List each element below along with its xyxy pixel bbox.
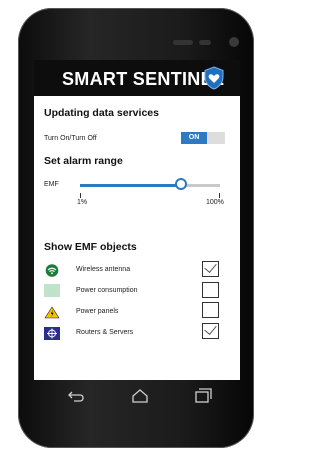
- updating-toggle[interactable]: ON: [181, 132, 225, 144]
- checkmark-icon: [204, 260, 217, 273]
- slider-max-tick: [219, 193, 220, 198]
- emf-item-label: Power panels: [76, 308, 119, 315]
- emf-item-label: Wireless antenna: [76, 266, 131, 273]
- back-icon[interactable]: [64, 386, 86, 406]
- slider-min-tick: [80, 193, 81, 198]
- slider-label: EMF: [44, 181, 59, 188]
- emf-heading: Show EMF objects: [44, 241, 137, 253]
- front-camera: [229, 37, 239, 47]
- alarm-slider-track[interactable]: [80, 184, 220, 187]
- warning-icon: [44, 306, 60, 319]
- updating-heading: Updating data services: [44, 107, 159, 119]
- toggle-label: Turn On/Turn Off: [44, 135, 97, 142]
- android-nav-bar: [34, 380, 240, 414]
- checkbox-power-consumption[interactable]: [202, 282, 219, 298]
- toggle-on-label: ON: [181, 132, 207, 144]
- checkbox-power-panels[interactable]: [202, 302, 219, 318]
- checkbox-routers[interactable]: [202, 322, 219, 339]
- router-icon: [44, 327, 60, 340]
- slider-max-label: 100%: [206, 199, 224, 206]
- wifi-icon: [44, 264, 60, 277]
- slider-min-label: 1%: [77, 199, 88, 206]
- phone-screen: SMART SENTINEL Updating data services Tu…: [34, 60, 240, 380]
- checkbox-wireless[interactable]: [202, 260, 219, 277]
- settings-panel: Updating data services Turn On/Turn Off …: [34, 96, 240, 380]
- emf-item-label: Routers & Servers: [76, 329, 134, 336]
- app-title-bar: SMART SENTINEL: [34, 60, 240, 96]
- power-consumption-icon: [44, 284, 60, 297]
- checkmark-icon: [204, 322, 217, 335]
- alarm-heading: Set alarm range: [44, 155, 123, 167]
- speaker-grille: [173, 40, 193, 45]
- recents-icon[interactable]: [192, 386, 214, 406]
- home-icon[interactable]: [129, 386, 151, 406]
- alarm-slider-thumb[interactable]: [174, 178, 187, 190]
- shield-heart-icon: [204, 66, 224, 90]
- emf-item-label: Power consumption: [76, 287, 138, 294]
- alarm-slider-fill: [80, 184, 181, 187]
- speaker-grille-right: [199, 40, 211, 45]
- app-title: SMART SENTINEL: [62, 69, 225, 89]
